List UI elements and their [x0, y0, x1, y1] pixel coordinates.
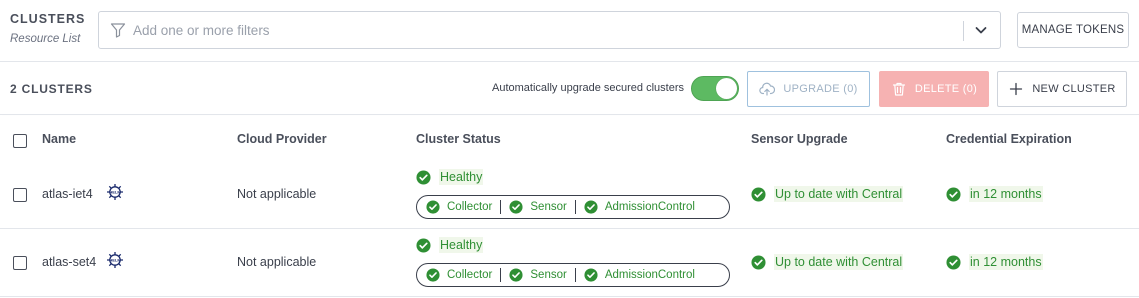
check-circle-icon: [426, 200, 440, 214]
filter-bar[interactable]: [98, 11, 1001, 49]
auto-upgrade-label: Automatically upgrade secured clusters: [492, 82, 684, 94]
credential-expiration-status: in 12 months: [946, 254, 1043, 270]
check-circle-icon: [426, 268, 440, 282]
check-circle-icon: [509, 268, 523, 282]
component-health-pill: Collector Sensor AdmissionControl: [416, 195, 730, 219]
check-circle-icon: [509, 200, 523, 214]
table-row[interactable]: atlas-iet4 HELM Not applicable Healthy C…: [0, 161, 1139, 229]
component-admission-control: AdmissionControl: [584, 268, 695, 282]
select-all-checkbox[interactable]: [13, 134, 27, 148]
pill-divider: [574, 200, 576, 214]
component-admission-control: AdmissionControl: [584, 200, 695, 214]
trash-icon: [892, 82, 905, 96]
manage-tokens-button[interactable]: MANAGE TOKENS: [1017, 12, 1129, 48]
check-circle-icon: [946, 186, 961, 202]
credential-expiration-status: in 12 months: [946, 186, 1043, 202]
row-checkbox[interactable]: [13, 256, 27, 270]
cluster-health: Healthy: [416, 237, 484, 253]
helm-icon: HELM: [107, 184, 123, 200]
component-collector: Collector: [426, 200, 492, 214]
auto-upgrade-toggle[interactable]: [691, 76, 739, 101]
component-label: Collector: [447, 201, 493, 213]
credential-expiration-text: in 12 months: [969, 254, 1043, 270]
page-header: CLUSTERS Resource List MANAGE TOKENS: [0, 0, 1139, 62]
component-collector: Collector: [426, 268, 492, 282]
column-header-name[interactable]: Name: [42, 132, 76, 146]
pill-divider: [500, 200, 502, 214]
component-label: Sensor: [530, 201, 567, 213]
svg-text:HELM: HELM: [109, 190, 121, 195]
sensor-upgrade-text: Up to date with Central: [774, 254, 904, 270]
check-circle-icon: [751, 186, 766, 202]
component-label: Sensor: [530, 269, 567, 281]
component-label: AdmissionControl: [604, 201, 695, 213]
filter-icon: [110, 23, 126, 38]
check-circle-icon: [751, 254, 766, 270]
filter-input[interactable]: [133, 12, 953, 48]
cluster-name[interactable]: atlas-set4: [42, 255, 96, 269]
component-sensor: Sensor: [509, 200, 567, 214]
sensor-upgrade-status: Up to date with Central: [751, 254, 904, 270]
cloud-provider: Not applicable: [237, 187, 317, 201]
health-status-text: Healthy: [439, 169, 484, 185]
check-circle-icon: [416, 237, 431, 253]
helm-icon: HELM: [107, 252, 123, 268]
health-status-text: Healthy: [439, 237, 484, 253]
component-health-pill: Collector Sensor AdmissionControl: [416, 263, 730, 287]
chevron-down-icon[interactable]: [973, 22, 989, 38]
table-row[interactable]: atlas-set4 HELM Not applicable Healthy C…: [0, 229, 1139, 297]
delete-button[interactable]: DELETE (0): [879, 71, 989, 107]
cloud-upload-icon: [759, 82, 776, 96]
component-label: Collector: [447, 269, 493, 281]
cluster-health: Healthy: [416, 169, 484, 185]
check-circle-icon: [946, 254, 961, 270]
new-cluster-button[interactable]: NEW CLUSTER: [997, 71, 1127, 107]
column-header-cluster-status[interactable]: Cluster Status: [416, 132, 501, 146]
toolbar: 2 CLUSTERS Automatically upgrade secured…: [0, 63, 1139, 115]
plus-icon: [1010, 82, 1023, 96]
upgrade-label: UPGRADE (0): [783, 83, 858, 95]
filter-divider: [963, 21, 964, 41]
column-header-cloud-provider[interactable]: Cloud Provider: [237, 132, 327, 146]
title-block: CLUSTERS Resource List: [10, 12, 85, 45]
column-header-sensor-upgrade[interactable]: Sensor Upgrade: [751, 132, 848, 146]
credential-expiration-text: in 12 months: [969, 186, 1043, 202]
cluster-name[interactable]: atlas-iet4: [42, 187, 93, 201]
column-header-credential-expiration[interactable]: Credential Expiration: [946, 132, 1072, 146]
cluster-count: 2 CLUSTERS: [10, 82, 93, 96]
page-title: CLUSTERS: [10, 12, 86, 26]
toggle-knob: [716, 78, 737, 99]
check-circle-icon: [416, 169, 431, 185]
check-circle-icon: [584, 200, 598, 214]
pill-divider: [500, 268, 502, 282]
component-sensor: Sensor: [509, 268, 567, 282]
table-header: Name Cloud Provider Cluster Status Senso…: [0, 116, 1139, 162]
delete-label: DELETE (0): [914, 83, 978, 95]
page-subtitle: Resource List: [10, 33, 81, 45]
sensor-upgrade-text: Up to date with Central: [774, 186, 904, 202]
svg-text:HELM: HELM: [109, 258, 121, 263]
cloud-provider: Not applicable: [237, 255, 317, 269]
pill-divider: [574, 268, 576, 282]
component-label: AdmissionControl: [604, 269, 695, 281]
check-circle-icon: [584, 268, 598, 282]
new-cluster-label: NEW CLUSTER: [1032, 83, 1116, 95]
sensor-upgrade-status: Up to date with Central: [751, 186, 904, 202]
row-checkbox[interactable]: [13, 188, 27, 202]
upgrade-button[interactable]: UPGRADE (0): [747, 71, 870, 107]
